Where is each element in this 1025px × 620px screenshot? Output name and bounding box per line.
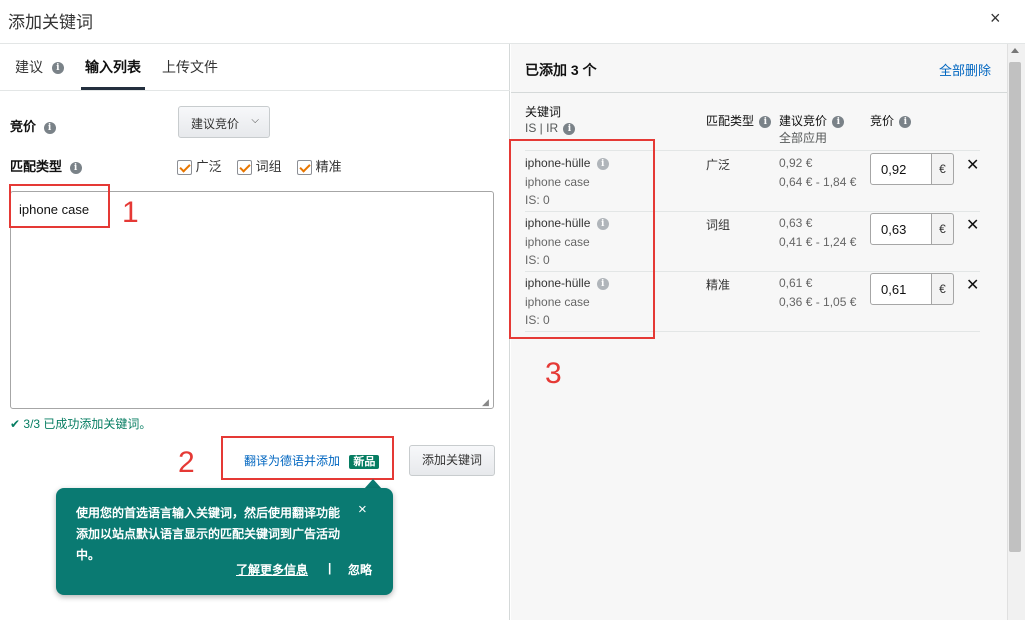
row-bid-range: 0,36 € - 1,05 € [779,295,857,309]
modal-title: 添加关键词 [8,13,93,32]
annotation-box-3 [509,139,655,339]
annotation-number-3: 3 [545,357,562,390]
remove-row-icon[interactable]: ✕ [966,155,979,175]
checkbox-checked-icon [297,160,312,176]
remove-row-icon[interactable]: ✕ [966,215,979,235]
scrollbar-thumb[interactable] [1009,62,1021,552]
translate-tooltip: 使用您的首选语言输入关键词，然后使用翻译功能添加以站点默认语言显示的匹配关键词到… [56,488,393,595]
bid-label-row: 竞价 i [10,116,56,135]
info-icon: i [43,121,56,134]
col-suggested-header: 建议竞价 i [779,112,845,129]
col-match-header: 匹配类型 i [706,112,772,129]
row-bid-range: 0,64 € - 1,84 € [779,175,857,189]
scroll-up-arrow-icon[interactable] [1011,48,1019,53]
bid-dropdown-label: 建议竞价 [191,117,240,131]
currency-label: € [932,273,954,305]
ignore-link[interactable]: 忽略 [348,561,372,578]
checkbox-phrase-label: 词组 [255,159,282,174]
remove-row-icon[interactable]: ✕ [966,275,979,295]
tooltip-close-icon[interactable]: × [358,501,367,518]
bid-input[interactable]: 0,92 [870,153,932,185]
annotation-number-2: 2 [178,446,195,479]
row-suggested-bid: 0,61 € [779,276,813,290]
info-icon: i [759,115,772,128]
tab-suggestions-label: 建议 [15,59,43,75]
tooltip-separator: | [328,561,332,575]
info-icon: i [832,115,845,128]
row-bid-range: 0,41 € - 1,24 € [779,235,857,249]
tab-upload-file[interactable]: 上传文件 [162,57,218,77]
bid-header-label: 竞价 [870,114,895,128]
col-keyword-sub: IS | IR i [525,121,576,135]
bid-input[interactable]: 0,61 [870,273,932,305]
added-count-title: 已添加 3 个 [525,62,597,78]
tooltip-text: 使用您的首选语言输入关键词，然后使用翻译功能添加以站点默认语言显示的匹配关键词到… [76,506,341,562]
checkbox-broad-label: 广泛 [195,159,222,174]
row-suggested-bid: 0,92 € [779,156,813,170]
success-message: ✔ 3/3 已成功添加关键词。 [10,415,151,432]
tab-suggestions[interactable]: 建议 i [15,57,64,77]
right-header-divider [511,92,1007,93]
apply-all-link[interactable]: 全部应用 [779,129,827,146]
learn-more-link[interactable]: 了解更多信息 [236,561,308,578]
row-suggested-bid: 0,63 € [779,216,813,230]
match-header-label: 匹配类型 [706,114,755,128]
check-icon: ✔ [10,417,21,431]
resize-handle-icon[interactable]: ◢ [482,397,489,408]
checkbox-broad[interactable]: 广泛 [177,156,222,176]
add-keywords-button[interactable]: 添加关键词 [409,445,495,476]
annotation-box-1 [9,184,110,228]
info-icon: i [899,115,912,128]
close-modal-icon[interactable]: × [990,8,1001,29]
match-label-row: 匹配类型 i [10,156,82,175]
checkbox-phrase[interactable]: 词组 [237,156,282,176]
tabs-divider [0,90,510,91]
suggested-header-label: 建议竞价 [779,114,828,128]
bid-dropdown[interactable]: 建议竞价 ⌵ [178,106,270,138]
col-bid-header: 竞价 i [870,112,912,129]
delete-all-link[interactable]: 全部删除 [939,60,991,79]
checkbox-exact[interactable]: 精准 [297,156,342,176]
info-icon: i [51,62,64,75]
match-type-label: 匹配类型 [10,159,63,174]
info-icon: i [563,122,576,135]
translate-add-link[interactable]: 翻译为德语并添加 [244,454,340,468]
currency-label: € [932,213,954,245]
is-ir-label: IS | IR [525,121,559,135]
col-keyword-header: 关键词 [525,105,562,119]
tab-enter-list[interactable]: 输入列表 [85,57,141,77]
chevron-down-icon: ⌵ [251,115,259,126]
bid-input[interactable]: 0,63 [870,213,932,245]
translate-link-row: 翻译为德语并添加 新品 [244,452,380,469]
bid-label: 竞价 [10,119,37,134]
info-icon: i [69,161,82,174]
row-match-type: 词组 [706,218,731,232]
checkbox-checked-icon [177,160,192,176]
annotation-number-1: 1 [122,196,139,229]
checkbox-checked-icon [237,160,252,176]
success-text: 3/3 已成功添加关键词。 [23,417,152,431]
currency-label: € [932,153,954,185]
checkbox-exact-label: 精准 [315,159,342,174]
row-match-type: 精准 [706,278,731,292]
row-match-type: 广泛 [706,158,731,172]
new-badge: 新品 [349,455,380,469]
